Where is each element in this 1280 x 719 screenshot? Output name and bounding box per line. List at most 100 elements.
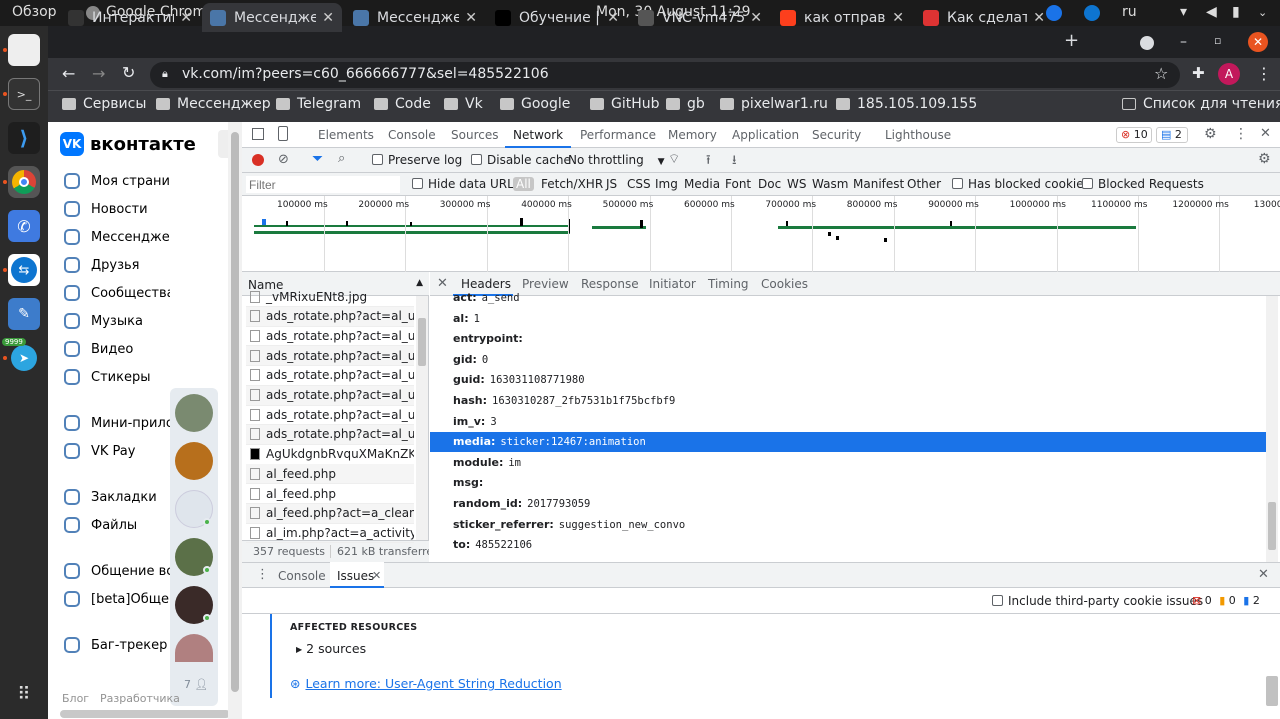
devtools-tab-application[interactable]: Application — [732, 128, 799, 142]
extensions-icon[interactable]: ✚ — [1192, 64, 1205, 82]
form-data-row[interactable]: module: im — [453, 456, 521, 469]
close-devtools-icon[interactable]: ✕ — [1260, 126, 1271, 141]
bookmark-5[interactable]: Vk — [444, 96, 483, 112]
request-row[interactable]: ads_rotate.php?act=al_upda. — [246, 366, 414, 386]
horizontal-scrollbar[interactable] — [60, 710, 230, 718]
messages-badge[interactable]: ▤ 2 — [1156, 127, 1188, 143]
request-row[interactable]: ads_rotate.php?act=al_upda. — [246, 424, 414, 445]
files-icon[interactable] — [8, 34, 40, 66]
close-tab-icon[interactable]: ✕ — [322, 10, 334, 26]
search-icon[interactable]: ⌕ — [338, 151, 345, 166]
wifi-icon[interactable]: ▾ — [1180, 4, 1187, 20]
type-filter-font[interactable]: Font — [725, 177, 751, 191]
close-tab-icon[interactable]: ✕ — [750, 10, 762, 26]
close-issues-icon[interactable]: ✕ — [372, 569, 381, 582]
close-tab-icon[interactable]: ✕ — [607, 10, 619, 26]
devtools-tab-memory[interactable]: Memory — [668, 128, 717, 142]
close-window-icon[interactable]: ✕ — [1248, 32, 1268, 52]
vk-menu-item[interactable]: Баг-трекер — [64, 637, 170, 653]
vk-menu-item[interactable]: Стикеры — [64, 369, 170, 385]
request-row[interactable]: ads_rotate.php?act=al_upda. — [246, 405, 414, 426]
lock-icon[interactable]: 🔒︎ — [162, 67, 168, 81]
blocked-requests-checkbox[interactable]: Blocked Requests — [1082, 177, 1204, 191]
request-row[interactable]: al_feed.php — [246, 484, 414, 504]
clear-icon[interactable]: ⊘ — [278, 152, 289, 167]
request-row[interactable]: ads_rotate.php?act=al_upda. — [246, 326, 414, 347]
profile-avatar[interactable]: A — [1218, 63, 1240, 85]
type-filter-manifest[interactable]: Manifest — [853, 177, 904, 191]
new-tab-icon[interactable]: + — [1064, 30, 1079, 51]
form-data-row[interactable]: act: a_send — [453, 291, 520, 304]
form-data-row[interactable]: guid: 163031108771980 — [453, 373, 585, 386]
vk-menu-item[interactable]: Файлы — [64, 517, 170, 533]
type-filter-doc[interactable]: Doc — [758, 177, 781, 191]
type-filter-ws[interactable]: WS — [787, 177, 806, 191]
form-data-row[interactable]: im_v: 3 — [453, 415, 497, 428]
form-data-row[interactable]: msg: — [453, 476, 488, 489]
form-data-row[interactable]: gid: 0 — [453, 353, 488, 366]
bookmark-8[interactable]: gb — [666, 96, 705, 112]
more-options-icon[interactable]: ⋮ — [1234, 126, 1248, 142]
detail-tab-cookies[interactable]: Cookies — [761, 277, 808, 291]
reload-icon[interactable]: ↻ — [122, 63, 135, 82]
devtools-tab-sources[interactable]: Sources — [451, 128, 498, 142]
phone-icon[interactable]: ✆ — [8, 210, 40, 242]
request-row[interactable]: ads_rotate.php?act=al_upda. — [246, 306, 414, 327]
type-filter-media[interactable]: Media — [684, 177, 720, 191]
bookmark-1[interactable]: Сервисы — [62, 96, 146, 112]
detail-tab-headers[interactable]: Headers — [461, 277, 511, 291]
close-tab-icon[interactable]: ✕ — [465, 10, 477, 26]
detail-tab-preview[interactable]: Preview — [522, 277, 569, 291]
tab-7[interactable]: Как сделать✕ — [915, 3, 1053, 32]
vk-logo[interactable]: вконтакте — [90, 134, 196, 155]
bookmark-9[interactable]: pixelwar1.ru — [720, 96, 828, 112]
form-data-row[interactable]: sticker_referrer: suggestion_new_convo — [453, 518, 685, 531]
vk-menu-item[interactable]: Моя страница — [64, 173, 170, 189]
vk-logo-icon[interactable]: VK — [60, 132, 84, 156]
drawer-tab-console[interactable]: Console — [278, 569, 326, 583]
form-data-row[interactable]: hash: 1630310287_2fb7531b1f75bcfbf9 — [453, 394, 675, 407]
close-tab-icon[interactable]: ✕ — [180, 10, 192, 26]
errors-badge[interactable]: ⊗ 10 — [1116, 127, 1152, 143]
bookmark-6[interactable]: Google — [500, 96, 570, 112]
language-indicator[interactable]: ru — [1122, 4, 1137, 20]
telegram-icon[interactable]: ➤ 9999 — [2, 338, 40, 374]
form-data-row[interactable]: media: sticker:12467:animation — [453, 435, 646, 448]
teamviewer-tray-icon[interactable] — [1084, 5, 1100, 21]
type-filter-wasm[interactable]: Wasm — [812, 177, 848, 191]
teamviewer-icon[interactable]: ⇆ — [8, 254, 40, 286]
vk-menu-item[interactable]: Общение всле — [64, 563, 170, 579]
vk-menu-item[interactable]: [beta]Общение — [64, 591, 170, 607]
chat-avatar[interactable] — [175, 442, 213, 480]
drawer-menu-icon[interactable]: ⋮ — [256, 567, 269, 582]
terminal-icon[interactable]: >_ — [8, 78, 40, 110]
has-blocked-cookies-checkbox[interactable]: Has blocked cookies — [952, 177, 1090, 191]
network-settings-icon[interactable]: ⚙ — [1258, 151, 1271, 167]
text-editor-icon[interactable]: ✎ — [8, 298, 40, 330]
menu-kebab-icon[interactable]: ⋮ — [1256, 64, 1272, 83]
form-data-row[interactable]: random_id: 2017793059 — [453, 497, 590, 510]
bookmark-2[interactable]: Мессенджер — [156, 96, 271, 112]
devtools-tab-performance[interactable]: Performance — [580, 128, 656, 142]
vk-menu-item[interactable]: Новости — [64, 201, 170, 217]
issues-scrollbar[interactable] — [1266, 676, 1278, 706]
tab-4[interactable]: Обучение | С✕ — [487, 3, 627, 32]
bookmark-3[interactable]: Telegram — [276, 96, 361, 112]
battery-icon[interactable]: ▮ — [1232, 4, 1240, 20]
hide-data-urls-checkbox[interactable]: Hide data URLs — [412, 177, 520, 191]
vk-menu-item[interactable]: Сообщества — [64, 285, 170, 301]
back-icon[interactable]: ← — [62, 64, 75, 83]
device-toolbar-icon[interactable] — [278, 126, 288, 141]
type-filter-js[interactable]: JS — [606, 177, 617, 191]
request-list-scrollbar[interactable] — [416, 296, 428, 540]
footer-blog[interactable]: Блог — [62, 692, 89, 705]
vk-menu-item[interactable]: Друзья — [64, 257, 170, 273]
request-row[interactable]: al_feed.php?act=a_clean_not — [246, 503, 414, 524]
filter-funnel-icon[interactable]: ⏷ — [312, 151, 323, 167]
request-row[interactable]: AgUkdgnbRvquXMaKnZKKQ. — [246, 445, 414, 465]
close-drawer-icon[interactable]: ✕ — [1258, 567, 1269, 582]
bookmark-star-icon[interactable]: ☆ — [1154, 64, 1168, 83]
type-filter-all[interactable]: All — [513, 177, 534, 191]
bookmark-4[interactable]: Code — [374, 96, 431, 112]
chrome-dock-icon[interactable] — [8, 166, 40, 198]
